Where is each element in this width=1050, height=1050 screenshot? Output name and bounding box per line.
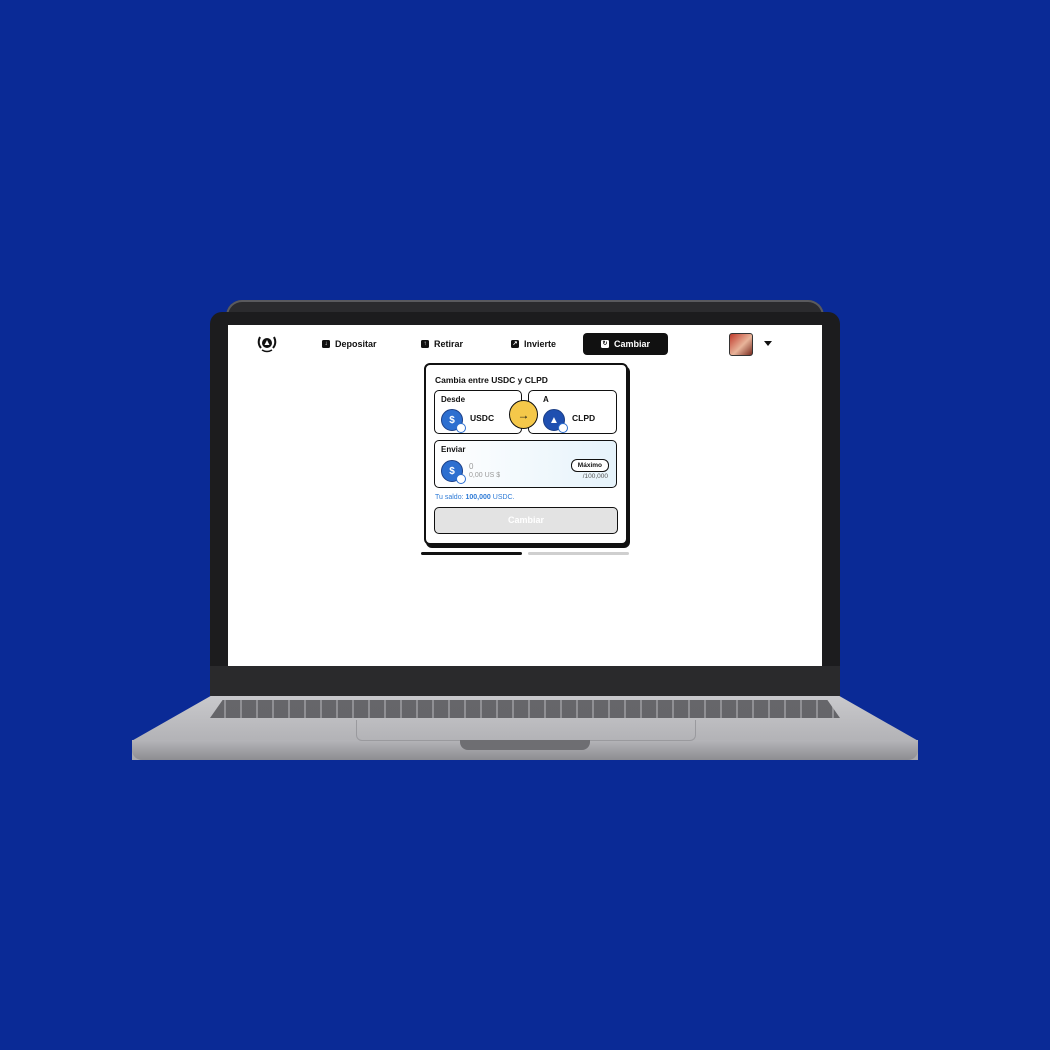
arrow-right-icon: → (517, 407, 530, 422)
laptop-chin (210, 666, 840, 696)
user-avatar[interactable] (729, 333, 753, 356)
app-screen: ↓ Depositar ↑ Retirar ↗ Invierte ↻ Cambi… (228, 325, 822, 666)
amount-limit: /100,000 (582, 473, 608, 480)
balance-unit: USDC. (492, 494, 515, 501)
download-icon: ↓ (322, 340, 330, 348)
laptop-keyboard (210, 700, 840, 718)
swap-card-title: Cambia entre USDC y CLPD (435, 375, 548, 385)
to-token-name: CLPD (572, 413, 596, 423)
usdc-coin-icon: $ (441, 409, 466, 433)
laurel-logo-icon[interactable] (256, 333, 278, 353)
max-button[interactable]: Máximo (570, 459, 609, 472)
nav-invierte[interactable]: ↗ Invierte (511, 336, 556, 352)
balance-line: Tu saldo: 100,000 USDC. (435, 494, 515, 501)
arrow-up-right-icon: ↗ (511, 340, 519, 348)
nav-retirar-label: Retirar (434, 339, 464, 349)
nav-depositar[interactable]: ↓ Depositar (322, 336, 377, 352)
nav-invierte-label: Invierte (524, 339, 557, 349)
chevron-down-icon[interactable] (764, 341, 772, 346)
laptop-trackpad (356, 720, 696, 741)
nav-cambiar-label: Cambiar (613, 339, 650, 349)
from-label: Desde (441, 395, 466, 404)
to-label: A (543, 395, 549, 404)
balance-value: 100,000 (465, 494, 491, 501)
nav-cambiar[interactable]: ↻ Cambiar (583, 333, 668, 355)
swap-icon: ↻ (600, 340, 609, 348)
usdc-coin-icon: $ (441, 460, 466, 484)
to-token-selector[interactable]: A ▲ CLPD (528, 390, 617, 434)
submit-swap-button[interactable]: Cambiar (434, 507, 618, 534)
amount-usd-value: 0,00 US $ (469, 472, 501, 479)
laptop-notch (460, 740, 590, 750)
upload-icon: ↑ (421, 340, 429, 348)
progress-step-2 (528, 552, 629, 555)
nav-retirar[interactable]: ↑ Retirar (421, 336, 463, 352)
send-amount-box: Enviar $ 0 0,00 US $ Máximo /100,000 (434, 440, 617, 488)
progress-step-1 (421, 552, 522, 555)
top-nav: ↓ Depositar ↑ Retirar ↗ Invierte ↻ Cambi… (228, 325, 822, 361)
swap-direction-button[interactable]: → (509, 400, 538, 429)
nav-depositar-label: Depositar (335, 339, 377, 349)
from-token-name: USDC (470, 413, 495, 423)
balance-prefix: Tu saldo: (435, 494, 464, 501)
product-scene: ↓ Depositar ↑ Retirar ↗ Invierte ↻ Cambi… (0, 0, 1050, 1050)
swap-card: Cambia entre USDC y CLPD Desde $ USDC A … (424, 363, 628, 545)
amount-input[interactable]: 0 (469, 462, 473, 471)
clpd-coin-icon: ▲ (543, 409, 568, 433)
send-label: Enviar (441, 445, 466, 454)
